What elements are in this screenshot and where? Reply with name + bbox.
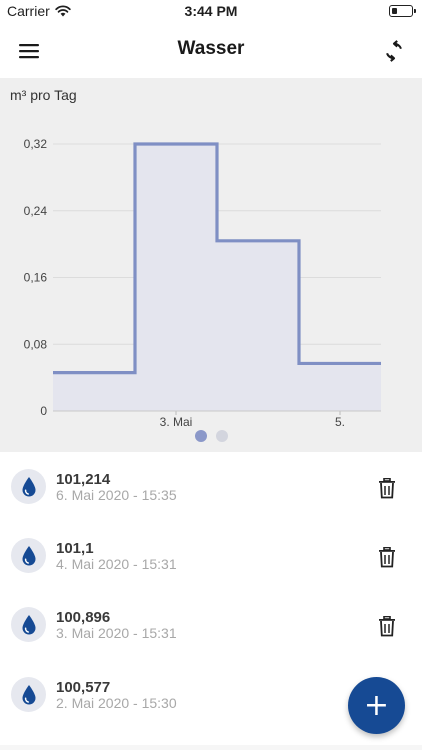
next-list-item (0, 745, 422, 750)
x-tick-label: 5. (335, 415, 345, 429)
delete-button[interactable] (376, 545, 398, 569)
x-tick-label: 3. Mai (160, 415, 193, 429)
y-tick-label: 0,32 (24, 137, 48, 151)
y-tick-label: 0,16 (24, 271, 48, 285)
chart-step-4 (299, 363, 381, 411)
reading-date: 2. Mai 2020 - 15:30 (56, 695, 177, 711)
status-bar: Carrier 3:44 PM (0, 0, 422, 24)
add-reading-button[interactable]: + (348, 677, 405, 734)
trash-icon (379, 477, 395, 498)
sync-button[interactable] (378, 35, 410, 67)
reading-value: 101,214 (56, 471, 111, 488)
list-item[interactable]: 101,214 6. Mai 2020 - 15:35 (0, 452, 422, 521)
water-drop-icon (11, 538, 46, 573)
reading-date: 3. Mai 2020 - 15:31 (56, 625, 177, 641)
sync-icon (386, 40, 402, 62)
reading-date: 4. Mai 2020 - 15:31 (56, 556, 177, 572)
reading-value: 101,1 (56, 540, 94, 557)
list-item[interactable]: 100,896 3. Mai 2020 - 15:31 (0, 590, 422, 659)
y-tick-label: 0,24 (24, 204, 48, 218)
consumption-chart: 0,32 0,24 0,16 0,08 0 3. Mai 5. (24, 137, 381, 429)
reading-date: 6. Mai 2020 - 15:35 (56, 487, 177, 503)
add-icon: + (363, 687, 390, 723)
trash-icon (379, 615, 395, 636)
delete-button[interactable] (376, 614, 398, 638)
battery-level (391, 7, 397, 14)
y-tick-label: 0 (40, 404, 47, 418)
y-tick-label: 0,08 (24, 337, 48, 351)
chart-step-2 (135, 144, 217, 411)
page-dot[interactable] (194, 430, 207, 442)
app-bar: Wasser (0, 24, 422, 78)
water-drop-icon (11, 677, 46, 712)
page-indicator (0, 430, 422, 442)
chart-step-1 (53, 373, 135, 411)
water-drop-icon (11, 469, 46, 504)
reading-value: 100,896 (56, 609, 111, 626)
water-drop-icon (11, 607, 46, 642)
list-item[interactable]: 101,1 4. Mai 2020 - 15:31 (0, 521, 422, 590)
battery-icon (389, 5, 416, 17)
chart-step-3 (217, 241, 299, 411)
status-time: 3:44 PM (184, 3, 238, 19)
delete-button[interactable] (376, 476, 398, 500)
page-title: Wasser (177, 38, 245, 59)
reading-value: 100,577 (56, 679, 111, 696)
page-dot[interactable] (215, 430, 228, 442)
trash-icon (379, 546, 395, 567)
chart-panel[interactable]: m³ pro Tag 0,32 0,24 0,16 0,08 0 3. Mai 5. (0, 78, 422, 452)
